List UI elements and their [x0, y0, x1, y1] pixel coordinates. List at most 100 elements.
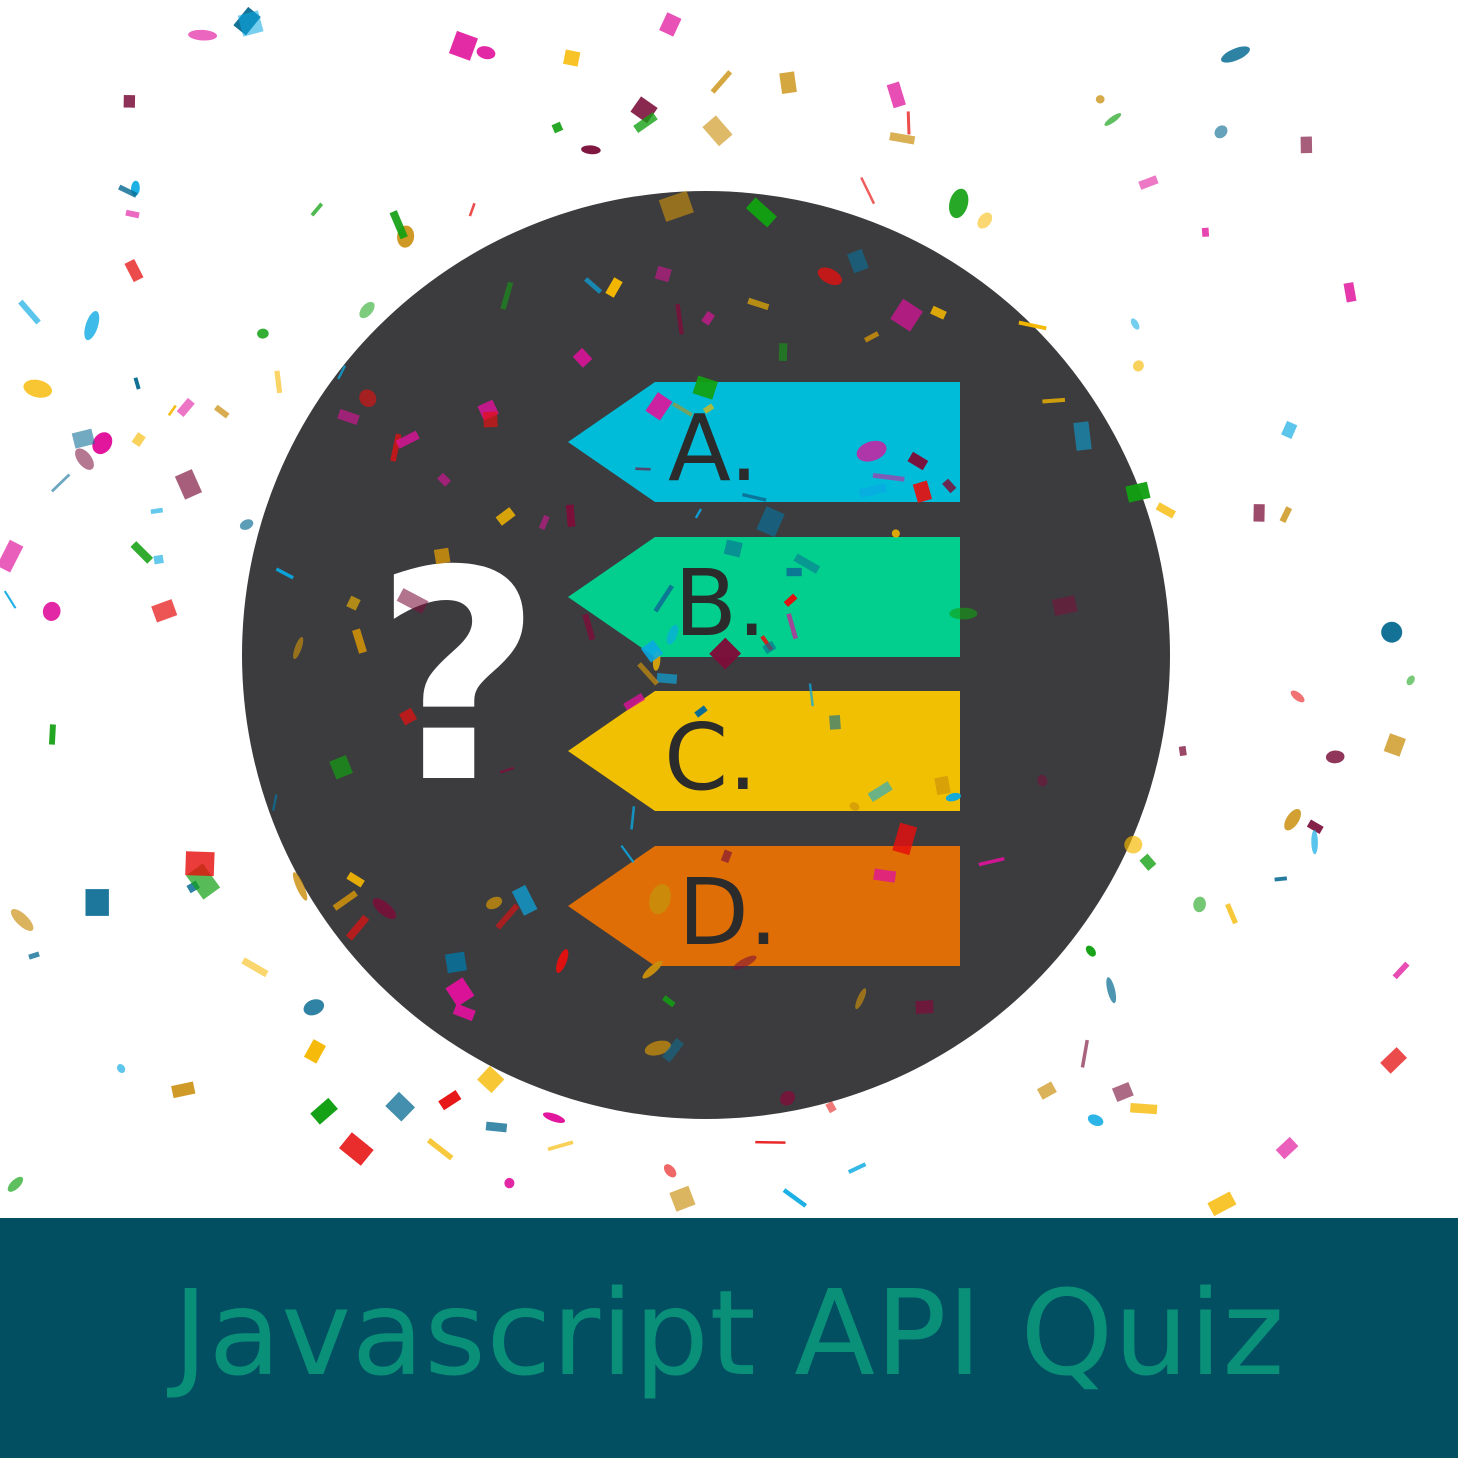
confetti-piece — [310, 1097, 338, 1125]
confetti-piece — [1085, 945, 1096, 957]
confetti-piece — [130, 541, 154, 564]
confetti-piece — [176, 397, 195, 418]
confetti-piece — [1111, 1081, 1134, 1102]
confetti-piece — [886, 81, 906, 109]
confetti-piece — [1106, 977, 1117, 1004]
confetti-piece — [438, 1090, 462, 1111]
confetti-piece — [949, 607, 978, 620]
confetti-piece — [1139, 853, 1157, 871]
confetti-piece — [1300, 136, 1313, 154]
confetti-piece — [28, 951, 40, 960]
confetti-piece — [426, 1137, 454, 1161]
confetti-piece — [1274, 876, 1288, 882]
confetti-piece — [889, 132, 916, 145]
confetti-piece — [48, 724, 56, 745]
confetti-piece — [239, 519, 254, 530]
confetti-piece — [174, 469, 203, 500]
confetti-piece — [116, 1063, 126, 1074]
confetti-piece — [1392, 961, 1410, 980]
confetti-piece — [778, 343, 788, 362]
quiz-illustration: ? A. B. C. D. — [0, 6, 1415, 1217]
confetti-piece — [669, 1185, 696, 1212]
confetti-piece — [825, 1101, 837, 1114]
confetti-piece — [1193, 896, 1206, 913]
confetti-piece — [241, 957, 269, 978]
title-bar: Javascript API Quiz — [0, 1218, 1458, 1458]
confetti-piece — [1178, 745, 1187, 757]
confetti-piece — [171, 1081, 196, 1099]
option-d-label: D. — [678, 859, 778, 966]
confetti-piece — [310, 202, 324, 217]
confetti-piece — [1132, 360, 1144, 372]
confetti-piece — [237, 10, 264, 37]
confetti-piece — [779, 71, 797, 94]
confetti-piece — [1279, 506, 1293, 524]
question-mark-icon: ? — [374, 510, 542, 847]
confetti-piece — [1380, 1047, 1408, 1074]
confetti-piece — [1290, 690, 1305, 703]
confetti-piece — [847, 1162, 867, 1174]
confetti-piece — [50, 473, 71, 493]
confetti-piece — [1284, 808, 1301, 831]
confetti-piece — [23, 379, 52, 398]
confetti-piece — [755, 1140, 786, 1144]
confetti-piece — [949, 188, 969, 219]
confetti-piece — [702, 115, 733, 147]
confetti-piece — [133, 377, 141, 390]
confetti-piece — [131, 432, 146, 447]
confetti-piece — [1130, 318, 1140, 330]
confetti-piece — [663, 1164, 677, 1178]
confetti-piece — [1311, 829, 1318, 855]
confetti-piece — [10, 909, 34, 931]
confetti-piece — [551, 121, 564, 134]
confetti-piece — [359, 301, 375, 319]
confetti-piece — [303, 1039, 327, 1064]
confetti-piece — [483, 411, 498, 428]
quiz-banner: ? A. B. C. D. Javascript API Quiz — [0, 0, 1458, 1458]
confetti-piece — [563, 49, 581, 67]
confetti-piece — [656, 672, 678, 685]
confetti-piece — [339, 1132, 374, 1166]
confetti-piece — [977, 212, 993, 229]
confetti-piece — [1383, 733, 1406, 757]
confetti-piece — [1087, 1114, 1104, 1127]
confetti-piece — [547, 1140, 574, 1152]
confetti-piece — [151, 599, 178, 623]
confetti-piece — [906, 111, 911, 135]
confetti-piece — [257, 328, 269, 339]
confetti-piece — [476, 46, 496, 60]
confetti-piece — [3, 590, 17, 609]
confetti-piece — [1130, 1102, 1158, 1115]
confetti-piece — [542, 1112, 566, 1123]
confetti-piece — [185, 851, 215, 877]
confetti-piece — [0, 539, 24, 573]
confetti-piece — [504, 1177, 515, 1189]
confetti-piece — [635, 467, 651, 471]
confetti-piece — [1138, 175, 1159, 190]
confetti-piece — [385, 1091, 416, 1122]
confetti-piece — [7, 1176, 24, 1192]
confetti-piece — [214, 404, 230, 419]
confetti-piece — [1253, 504, 1265, 522]
confetti-piece — [1214, 125, 1228, 139]
confetti-piece — [782, 1188, 808, 1208]
confetti-piece — [485, 1121, 508, 1133]
confetti-piece — [153, 554, 164, 565]
option-b-label: B. — [674, 550, 766, 657]
confetti-piece — [444, 951, 467, 974]
confetti-piece — [167, 404, 177, 417]
confetti-piece — [1275, 1136, 1299, 1160]
confetti-piece — [433, 547, 451, 565]
confetti-piece — [71, 428, 96, 449]
confetti-piece — [1207, 1191, 1237, 1217]
confetti-piece — [468, 202, 476, 217]
confetti-piece — [124, 258, 144, 283]
confetti-piece — [85, 889, 109, 916]
confetti-piece — [1406, 675, 1415, 686]
confetti-piece — [1036, 1081, 1057, 1100]
confetti-piece — [123, 95, 136, 108]
confetti-piece — [1325, 750, 1345, 764]
confetti-piece — [860, 176, 876, 205]
confetti-piece — [188, 29, 218, 41]
confetti-piece — [659, 12, 682, 37]
